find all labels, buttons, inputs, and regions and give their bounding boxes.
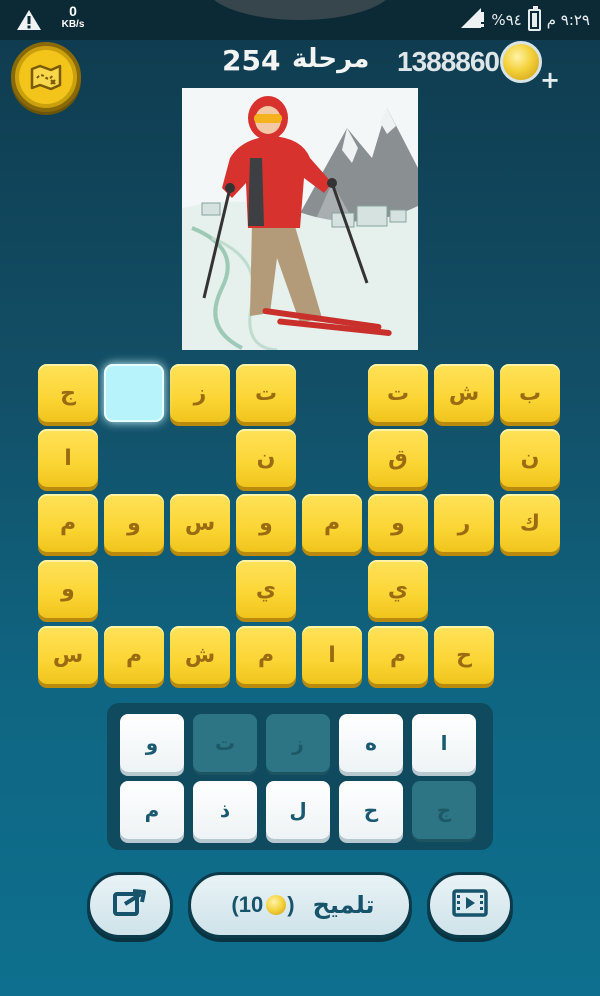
status-right: %٩٤ ٩:٢٩ م	[459, 6, 590, 34]
grid-cell[interactable]: ا	[38, 429, 98, 487]
grid-cell[interactable]: س	[38, 626, 98, 684]
grid-cell[interactable]: م	[302, 494, 362, 552]
coin-icon	[266, 895, 287, 915]
grid-cell[interactable]: ز	[170, 364, 230, 422]
grid-cell[interactable]: ت	[368, 364, 428, 422]
grid-cell[interactable]: س	[170, 494, 230, 552]
grid-cell[interactable]: و	[368, 494, 428, 552]
grid-cell[interactable]: ش	[170, 626, 230, 684]
coin-count: 1388860	[397, 46, 500, 77]
grid-cell[interactable]: و	[38, 560, 98, 618]
letter-key[interactable]: ذ	[193, 781, 257, 839]
letter-key[interactable]: ح	[339, 781, 403, 839]
grid-cell[interactable]: ي	[236, 560, 296, 618]
letter-key[interactable]: ل	[266, 781, 330, 839]
grid-cell[interactable]: ج	[38, 364, 98, 422]
grid-cell[interactable]: م	[368, 626, 428, 684]
video-button[interactable]	[427, 872, 513, 938]
signal-icon	[459, 6, 485, 34]
grid-cell[interactable]: ت	[236, 364, 296, 422]
video-icon	[452, 889, 488, 921]
hint-label: تلميح	[312, 891, 375, 919]
hint-cost-close: )	[287, 892, 295, 917]
grid-cell[interactable]: ن	[236, 429, 296, 487]
data-speed: 0 KB/s	[58, 4, 88, 30]
letter-key-used[interactable]: ج	[412, 781, 476, 839]
grid-cell[interactable]: م	[236, 626, 296, 684]
map-icon	[19, 50, 73, 104]
letter-key[interactable]: ه	[339, 714, 403, 772]
grid-cell-active[interactable]	[104, 364, 164, 422]
clock: ٩:٢٩ م	[546, 11, 590, 29]
hint-cost-open: (	[231, 892, 239, 917]
level-number: 254	[222, 44, 281, 77]
share-icon	[113, 888, 147, 922]
coin-icon[interactable]	[500, 41, 542, 83]
letter-key-used[interactable]: ت	[193, 714, 257, 772]
grid-cell[interactable]: ن	[500, 429, 560, 487]
grid-cell[interactable]: ر	[434, 494, 494, 552]
share-button[interactable]	[87, 872, 173, 938]
header: 254 مرحلة 1388860 +	[0, 40, 600, 112]
grid-cell[interactable]: و	[104, 494, 164, 552]
grid-cell[interactable]: م	[104, 626, 164, 684]
letter-key[interactable]: و	[120, 714, 184, 772]
plus-icon[interactable]: +	[540, 68, 560, 92]
grid-cell[interactable]: ي	[368, 560, 428, 618]
letter-key-used[interactable]: ز	[266, 714, 330, 772]
grid-cell[interactable]: ح	[434, 626, 494, 684]
grid-cell[interactable]: و	[236, 494, 296, 552]
grid-cell[interactable]: ا	[302, 626, 362, 684]
hint-cost-value: 10	[238, 892, 264, 917]
letter-keyboard: اهزتو جحلذم	[107, 703, 493, 850]
level-label: مرحلة	[292, 44, 370, 74]
grid-cell[interactable]: م	[38, 494, 98, 552]
hint-cost: ( 10 )	[231, 892, 294, 918]
hint-button[interactable]: ( 10 ) تلميح	[188, 872, 412, 938]
puzzle-image	[182, 88, 418, 350]
data-speed-value: 0	[69, 3, 77, 19]
data-speed-unit: KB/s	[61, 19, 85, 30]
grid-cell[interactable]: ق	[368, 429, 428, 487]
battery-percent: %٩٤	[491, 11, 522, 29]
grid-cell[interactable]: ك	[500, 494, 560, 552]
letter-key[interactable]: ا	[412, 714, 476, 772]
map-button[interactable]	[11, 42, 81, 112]
letter-key[interactable]: م	[120, 781, 184, 839]
crossword-grid: بشتتزجنقناكروموسومييوحمامشمس	[0, 350, 600, 690]
grid-cell[interactable]: ب	[500, 364, 560, 422]
grid-cell[interactable]: ش	[434, 364, 494, 422]
battery-icon	[527, 6, 541, 31]
warning-icon	[16, 9, 42, 35]
